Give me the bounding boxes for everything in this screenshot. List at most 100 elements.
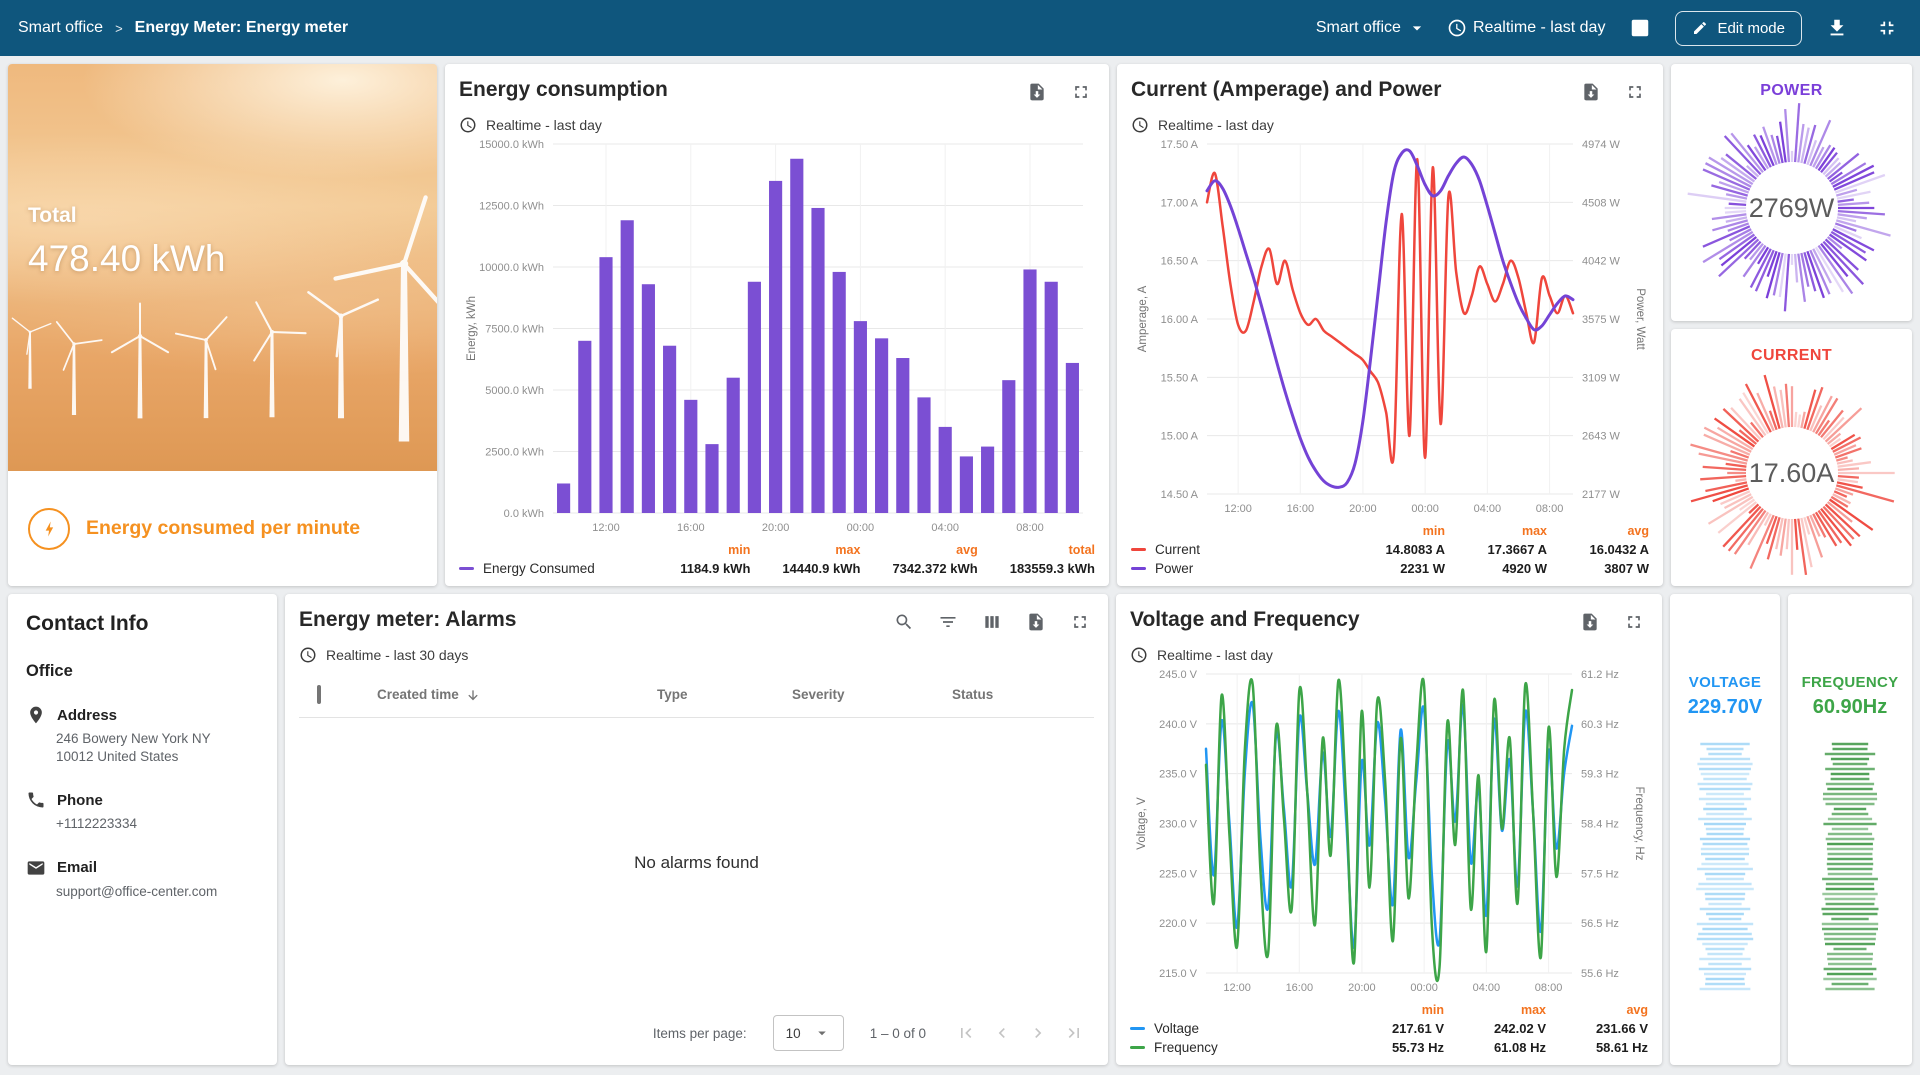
export-icon: [1580, 612, 1600, 632]
download-icon: [1826, 17, 1848, 39]
email-label: Email: [57, 859, 97, 876]
first-page-button[interactable]: [952, 1019, 980, 1047]
edit-mode-button[interactable]: Edit mode: [1675, 11, 1802, 46]
svg-text:215.0 V: 215.0 V: [1159, 968, 1198, 980]
svg-text:240.0 V: 240.0 V: [1159, 719, 1198, 731]
current-gauge-widget: CURRENT 17.60A: [1671, 329, 1912, 586]
fullscreen-widget-button[interactable]: [1066, 608, 1094, 636]
svg-text:15.00 A: 15.00 A: [1161, 431, 1199, 443]
screenshot-button[interactable]: [1625, 13, 1655, 43]
columns-button[interactable]: [978, 608, 1006, 636]
svg-text:0.0 kWh: 0.0 kWh: [504, 508, 544, 520]
svg-text:20:00: 20:00: [1349, 503, 1377, 515]
fullscreen-widget-button[interactable]: [1620, 608, 1648, 636]
legend-item-energy[interactable]: Energy Consumed: [459, 561, 648, 576]
exit-fullscreen-button[interactable]: [1872, 13, 1902, 43]
svg-text:16:00: 16:00: [677, 522, 705, 534]
svg-text:60.3 Hz: 60.3 Hz: [1581, 719, 1619, 731]
legend-item-frequency[interactable]: Frequency: [1130, 1040, 1342, 1055]
filter-button[interactable]: [934, 608, 962, 636]
next-page-button[interactable]: [1024, 1019, 1052, 1047]
clock-icon: [1447, 18, 1467, 38]
widget-timewindow: Realtime - last day: [486, 117, 602, 133]
stat-min: 2231 W: [1375, 561, 1445, 576]
svg-text:12500.0 kWh: 12500.0 kWh: [479, 201, 544, 213]
svg-text:61.2 Hz: 61.2 Hz: [1581, 669, 1619, 681]
stat-min: 55.73 Hz: [1374, 1040, 1444, 1055]
fullscreen-widget-button[interactable]: [1067, 78, 1095, 106]
export-widget-button[interactable]: [1022, 608, 1050, 636]
pencil-icon: [1692, 20, 1708, 36]
fullscreen-icon: [1070, 612, 1090, 632]
svg-text:58.4 Hz: 58.4 Hz: [1581, 819, 1619, 831]
export-widget-button[interactable]: [1577, 78, 1605, 106]
chart-legend: min max avg total Energy Consumed 1184.9…: [459, 543, 1095, 576]
svg-text:15.50 A: 15.50 A: [1161, 372, 1199, 384]
stat-avg: 7342.372 kWh: [892, 561, 977, 576]
svg-text:00:00: 00:00: [847, 522, 875, 534]
stat-header-min: min: [1374, 1003, 1444, 1017]
legend-key: [1131, 548, 1146, 551]
edit-mode-label: Edit mode: [1717, 20, 1785, 37]
stat-max: 4920 W: [1477, 561, 1547, 576]
export-dashboard-button[interactable]: [1822, 13, 1852, 43]
wind-farm-image: Total 478.40 kWh: [8, 64, 437, 471]
fullscreen-icon: [1071, 82, 1091, 102]
svg-text:15000.0 kWh: 15000.0 kWh: [479, 139, 544, 151]
stat-avg: 58.61 Hz: [1578, 1040, 1648, 1055]
legend-item-voltage[interactable]: Voltage: [1130, 1021, 1342, 1036]
total-value: 478.40 kWh: [28, 238, 225, 280]
empty-state-text: No alarms found: [299, 718, 1094, 1007]
filter-icon: [938, 612, 958, 632]
column-severity[interactable]: Severity: [792, 687, 952, 702]
phone-icon: [26, 790, 46, 810]
timewindow-button[interactable]: Realtime - last day: [1447, 18, 1606, 38]
fullscreen-icon: [1624, 612, 1644, 632]
mail-icon: [26, 858, 46, 878]
export-widget-button[interactable]: [1023, 78, 1051, 106]
last-page-button[interactable]: [1060, 1019, 1088, 1047]
column-status[interactable]: Status: [952, 687, 1094, 702]
search-button[interactable]: [890, 608, 918, 636]
stat-min: 217.61 V: [1374, 1021, 1444, 1036]
voltage-level-gauge: [1695, 741, 1755, 993]
legend-label: Energy Consumed: [483, 561, 595, 576]
voltage-frequency-widget: Voltage and Frequency Realtime - last da…: [1116, 594, 1662, 1065]
svg-text:230.0 V: 230.0 V: [1159, 819, 1198, 831]
svg-text:55.6 Hz: 55.6 Hz: [1581, 968, 1619, 980]
columns-icon: [982, 612, 1002, 632]
clock-icon: [1130, 646, 1148, 664]
column-created-time[interactable]: Created time: [377, 687, 657, 703]
svg-text:2177 W: 2177 W: [1582, 489, 1621, 501]
legend-item-power[interactable]: Power: [1131, 561, 1343, 576]
svg-text:235.0 V: 235.0 V: [1159, 769, 1198, 781]
svg-text:Voltage, V: Voltage, V: [1136, 797, 1148, 850]
svg-text:5000.0 kWh: 5000.0 kWh: [485, 385, 544, 397]
fullscreen-widget-button[interactable]: [1621, 78, 1649, 106]
power-gauge-value: 2769W: [1686, 102, 1898, 314]
previous-page-button[interactable]: [988, 1019, 1016, 1047]
stat-header-avg: avg: [1579, 524, 1649, 538]
legend-key: [1131, 567, 1146, 570]
svg-text:04:00: 04:00: [1473, 982, 1501, 994]
stat-avg: 16.0432 A: [1579, 542, 1649, 557]
page-size-value: 10: [786, 1026, 801, 1041]
svg-text:08:00: 08:00: [1536, 503, 1564, 515]
svg-text:16:00: 16:00: [1287, 503, 1315, 515]
svg-text:20:00: 20:00: [1348, 982, 1376, 994]
legend-label: Voltage: [1154, 1021, 1199, 1036]
select-all-checkbox[interactable]: [317, 685, 321, 704]
page-size-select[interactable]: 10: [773, 1015, 844, 1051]
fullscreen-icon: [1625, 82, 1645, 102]
stat-header-max: max: [1477, 524, 1547, 538]
legend-item-current[interactable]: Current: [1131, 542, 1343, 557]
voltage-gauge-title: VOLTAGE: [1689, 674, 1761, 691]
export-widget-button[interactable]: [1576, 608, 1604, 636]
breadcrumb-root[interactable]: Smart office: [18, 19, 103, 37]
total-energy-card: Total 478.40 kWh Energy consumed per min…: [8, 64, 437, 586]
column-type[interactable]: Type: [657, 687, 792, 702]
image-icon: [1629, 17, 1651, 39]
entity-select[interactable]: Smart office: [1316, 18, 1427, 38]
stat-avg: 3807 W: [1579, 561, 1649, 576]
svg-text:245.0 V: 245.0 V: [1159, 669, 1198, 681]
